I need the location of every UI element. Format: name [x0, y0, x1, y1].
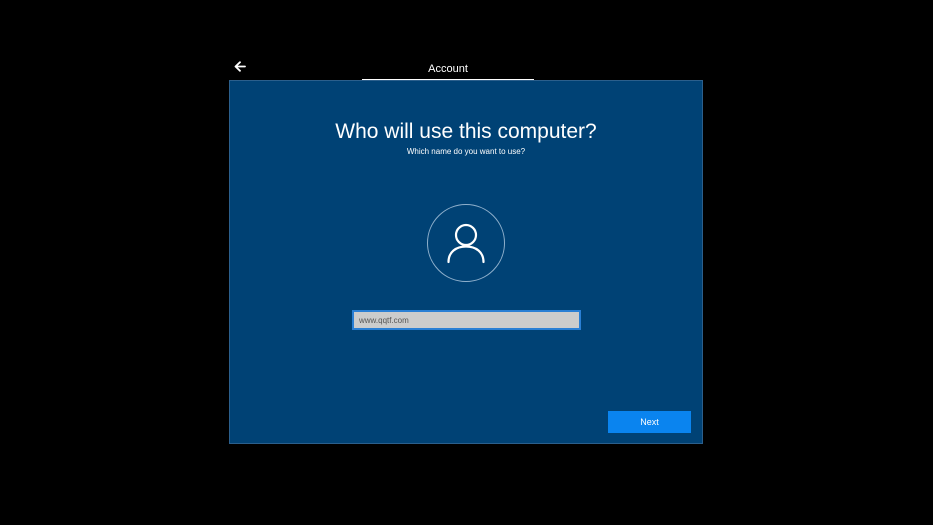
section-title: Account [428, 63, 468, 75]
page-heading: Who will use this computer? [335, 120, 597, 143]
back-button[interactable] [231, 58, 249, 74]
user-icon [447, 223, 485, 264]
name-input[interactable] [352, 310, 581, 330]
next-button[interactable]: Next [608, 411, 691, 433]
page-subheading: Which name do you want to use? [406, 147, 526, 156]
arrow-left-icon [234, 60, 246, 72]
account-panel: Who will use this computer? Which name d… [229, 80, 703, 444]
setup-screen: Account Who will use this computer? Whic… [0, 0, 933, 525]
avatar [427, 204, 505, 282]
